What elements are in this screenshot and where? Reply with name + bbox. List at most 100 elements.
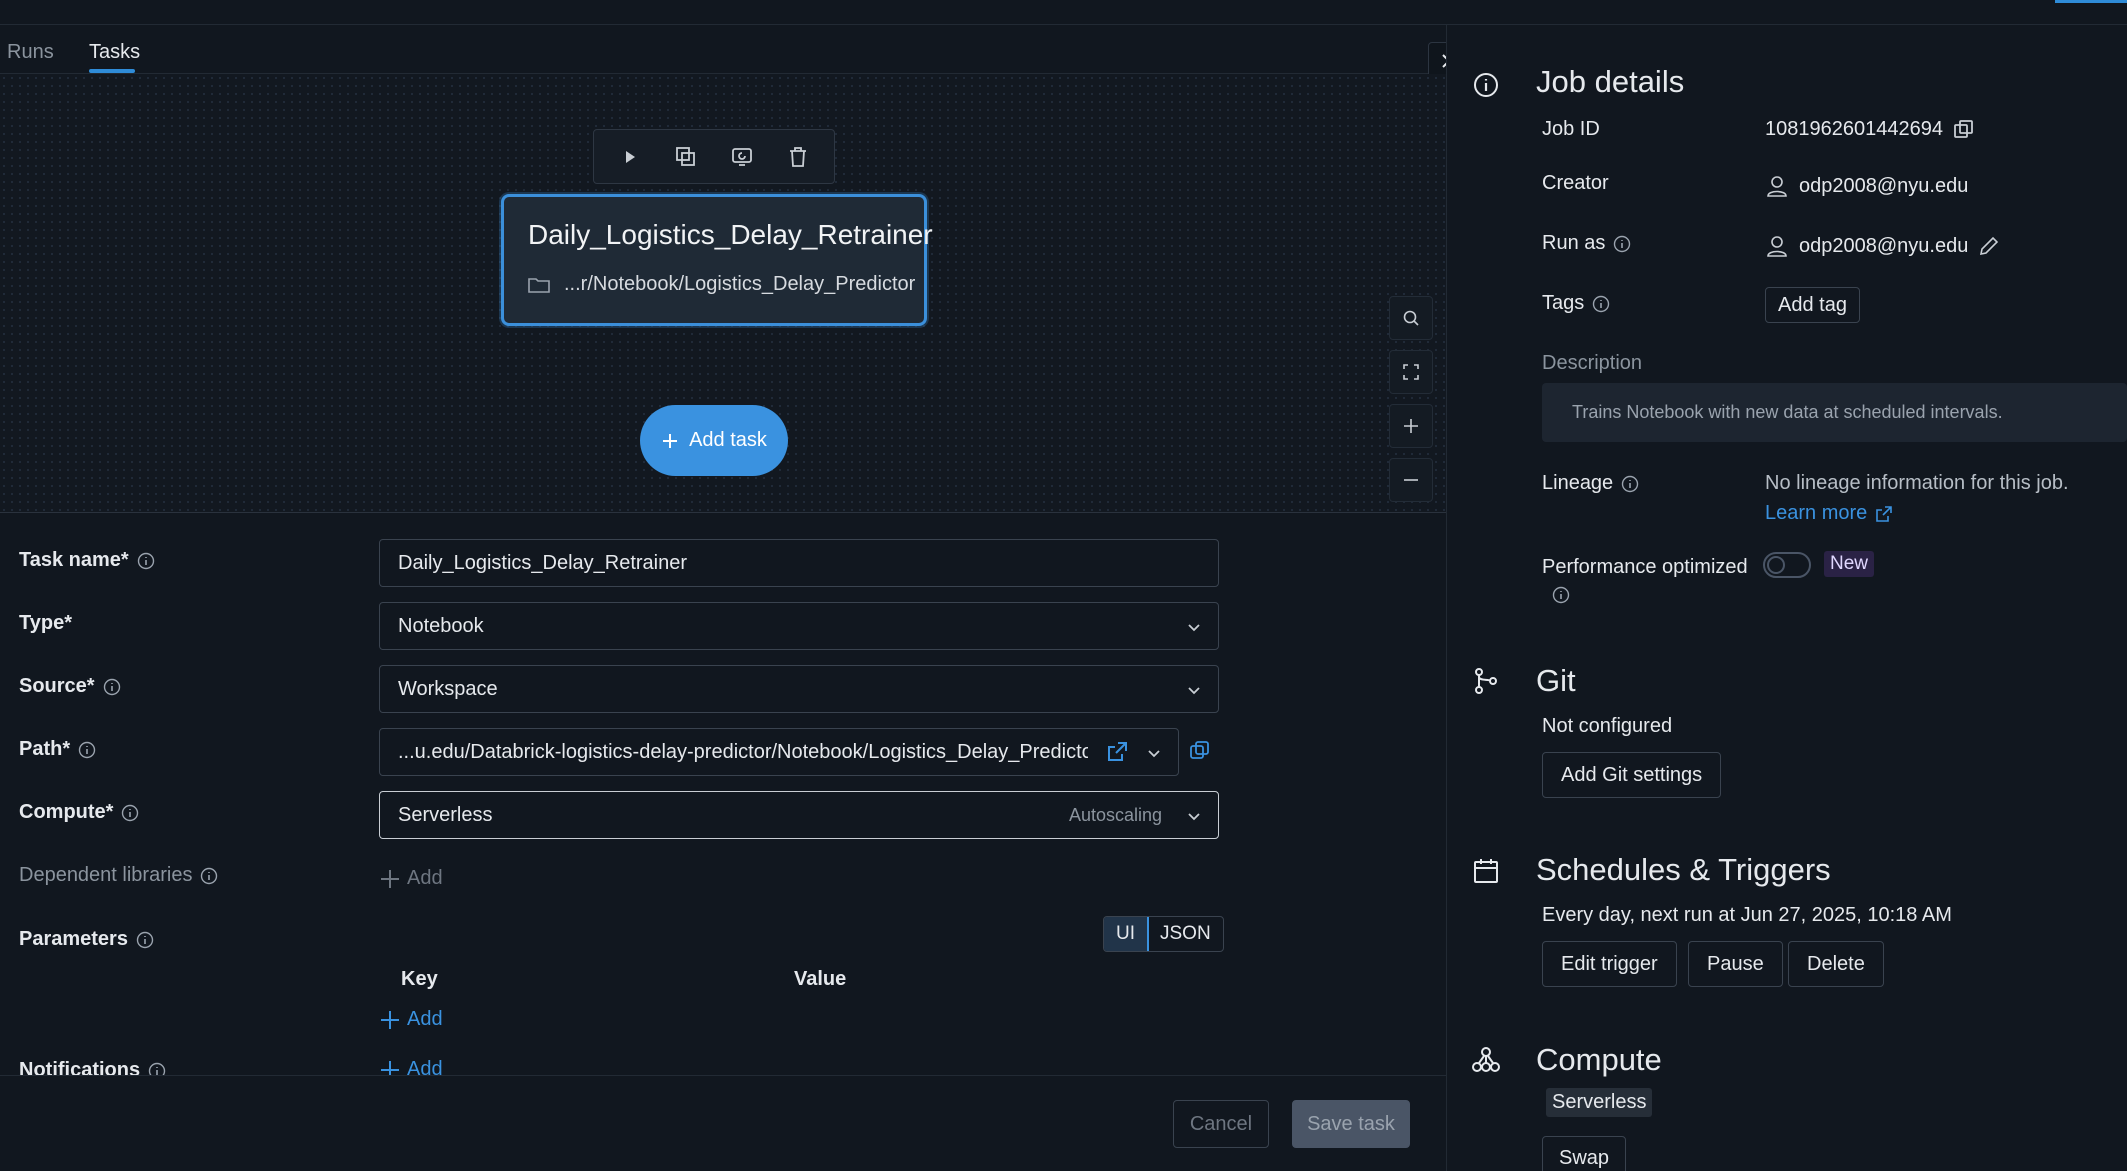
info-icon[interactable] — [1592, 295, 1610, 313]
info-icon[interactable] — [137, 552, 155, 570]
job-id-label: Job ID — [1542, 118, 1600, 140]
path-select[interactable]: ...u.edu/Databrick-logistics-delay-predi… — [379, 728, 1179, 776]
repair-task-button[interactable] — [724, 139, 760, 175]
info-icon[interactable] — [1613, 235, 1631, 253]
form-footer: Cancel Save task — [0, 1075, 1446, 1171]
info-icon[interactable] — [1621, 475, 1639, 493]
type-value: Notebook — [398, 614, 484, 637]
parameters-label-text: Parameters — [19, 928, 128, 950]
tab-runs[interactable]: Runs — [7, 41, 54, 64]
add-dependent-library-button[interactable]: Add — [379, 867, 443, 890]
task-name-label-text: Task name* — [19, 549, 129, 571]
edit-trigger-button[interactable]: Edit trigger — [1542, 941, 1677, 987]
git-section-icon — [1470, 665, 1502, 697]
cancel-button[interactable]: Cancel — [1173, 1100, 1269, 1148]
chevron-down-icon — [1148, 750, 1160, 758]
active-tab-indicator — [89, 69, 135, 73]
calendar-icon — [1474, 859, 1498, 883]
schedule-text: Every day, next run at Jun 27, 2025, 10:… — [1542, 904, 1952, 926]
pause-button[interactable]: Pause — [1688, 941, 1783, 987]
plus-icon — [381, 1010, 399, 1029]
canvas-search-button[interactable] — [1389, 296, 1433, 340]
save-task-button[interactable]: Save task — [1292, 1100, 1410, 1148]
dag-canvas[interactable]: Daily_Logistics_Delay_Retrainer ...r/Not… — [0, 74, 1446, 513]
add-task-button[interactable]: Add task — [640, 405, 788, 476]
fit-view-button[interactable] — [1389, 350, 1433, 394]
run-as-text: odp2008@nyu.edu — [1799, 234, 1969, 257]
compute-select[interactable]: Serverless Autoscaling — [379, 791, 1219, 839]
performance-optimized-toggle[interactable] — [1763, 552, 1811, 578]
delete-trigger-button[interactable]: Delete — [1788, 941, 1884, 987]
lineage-label: Lineage — [1542, 472, 1639, 495]
toggle-knob — [1767, 556, 1785, 574]
performance-info[interactable] — [1552, 586, 1570, 604]
compute-section-icon — [1470, 1044, 1502, 1076]
tab-tasks[interactable]: Tasks — [89, 41, 140, 64]
run-as-value: odp2008@nyu.edu — [1765, 234, 2000, 258]
mode-ui-button[interactable]: UI — [1103, 917, 1149, 951]
pencil-icon[interactable] — [1978, 235, 2000, 257]
creator-text: odp2008@nyu.edu — [1799, 174, 1969, 197]
compute-section-title: Compute — [1536, 1042, 1662, 1077]
compute-hint: Autoscaling — [1068, 804, 1162, 825]
job-details-section-icon — [1470, 69, 1502, 101]
plus-icon — [381, 869, 399, 888]
copy-path-button[interactable] — [1189, 740, 1211, 762]
task-node-title: Daily_Logistics_Delay_Retrainer — [528, 219, 933, 250]
add-tag-button[interactable]: Add tag — [1765, 287, 1860, 323]
plus-icon — [663, 433, 678, 448]
schedules-title: Schedules & Triggers — [1536, 852, 1831, 887]
repair-icon — [732, 147, 752, 166]
mode-json-button[interactable]: JSON — [1148, 917, 1223, 951]
info-icon[interactable] — [78, 741, 96, 759]
source-label: Source* — [19, 675, 121, 698]
add-task-label: Add task — [689, 429, 767, 451]
task-node[interactable]: Daily_Logistics_Delay_Retrainer ...r/Not… — [501, 194, 933, 326]
learn-more-link[interactable]: Learn more — [1765, 502, 1893, 525]
tags-label-text: Tags — [1542, 292, 1585, 314]
swap-compute-button[interactable]: Swap — [1542, 1136, 1627, 1171]
cluster-icon — [1472, 1047, 1500, 1072]
schedules-section-icon — [1470, 855, 1502, 887]
info-icon[interactable] — [103, 678, 121, 696]
zoom-in-button[interactable] — [1389, 404, 1433, 448]
chevron-down-icon — [1188, 687, 1200, 695]
user-icon — [1767, 236, 1787, 257]
copy-icon[interactable] — [1953, 119, 1975, 141]
compute-label-text: Compute* — [19, 801, 114, 823]
type-label: Type* — [19, 612, 72, 635]
info-icon[interactable] — [200, 867, 218, 885]
add-git-settings-button[interactable]: Add Git settings — [1542, 752, 1722, 798]
parameters-key-header: Key — [401, 968, 438, 990]
top-bar — [0, 0, 2127, 25]
git-branch-icon — [1475, 668, 1497, 694]
task-name-label: Task name* — [19, 549, 155, 572]
compute-value: Serverless — [398, 803, 493, 826]
folder-icon — [528, 277, 550, 293]
task-name-input[interactable]: Daily_Logistics_Delay_Retrainer — [379, 539, 1219, 587]
dependent-libraries-label: Dependent libraries — [19, 864, 218, 887]
chevron-down-icon — [1188, 813, 1200, 821]
new-badge: New — [1824, 551, 1875, 577]
parameters-mode-toggle: UI JSON — [1103, 916, 1224, 952]
info-icon — [1474, 73, 1498, 97]
chevron-down-icon — [1188, 624, 1200, 632]
duplicate-task-button[interactable] — [668, 139, 704, 175]
run-as-label-text: Run as — [1542, 232, 1606, 254]
learn-more-text: Learn more — [1765, 502, 1868, 524]
description-box[interactable]: Trains Notebook with new data at schedul… — [1542, 383, 2127, 442]
user-icon — [1767, 176, 1787, 197]
type-select[interactable]: Notebook — [379, 602, 1219, 650]
git-title: Git — [1536, 663, 1576, 698]
zoom-in-icon — [1404, 419, 1418, 433]
external-link-icon[interactable] — [1106, 741, 1128, 763]
zoom-out-button[interactable] — [1389, 458, 1433, 502]
add-parameter-button[interactable]: Add — [379, 1008, 443, 1031]
source-select[interactable]: Workspace — [379, 665, 1219, 713]
delete-task-button[interactable] — [780, 139, 816, 175]
run-task-button[interactable] — [612, 139, 648, 175]
type-label-text: Type* — [19, 612, 72, 634]
info-icon[interactable] — [136, 931, 154, 949]
duplicate-icon — [676, 146, 695, 166]
info-icon[interactable] — [121, 804, 139, 822]
